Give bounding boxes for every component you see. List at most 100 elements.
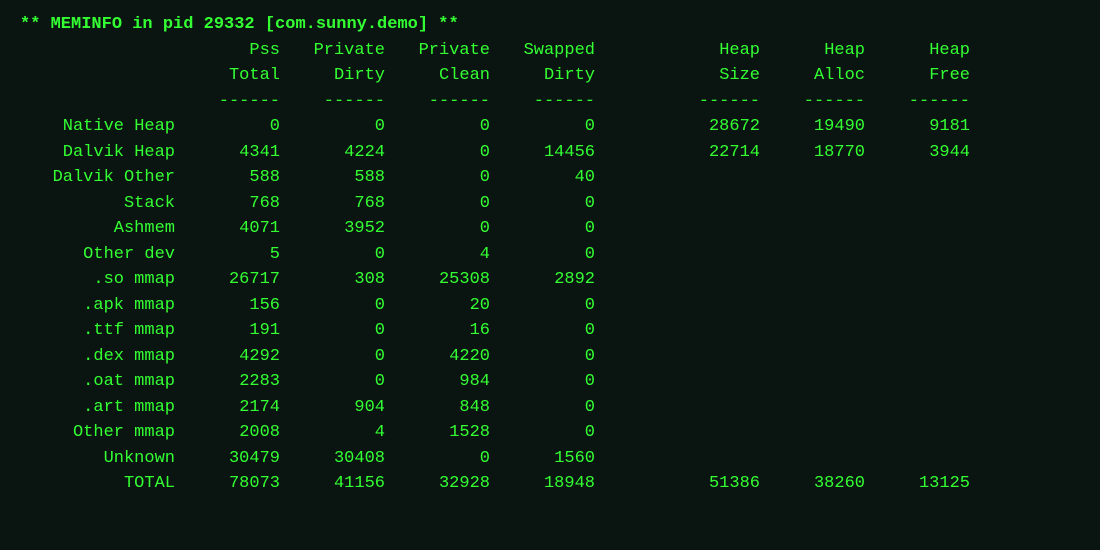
heap-alloc-value: [760, 242, 865, 268]
private-dirty-value: 904: [280, 395, 385, 421]
private-clean-value: 4220: [385, 344, 490, 370]
private-clean-value: 4: [385, 242, 490, 268]
heap-free-value: [865, 191, 970, 217]
heap-alloc-value: [760, 293, 865, 319]
private-clean-value: 32928: [385, 471, 490, 497]
row-label: Dalvik Other: [20, 165, 175, 191]
heap-free-value: [865, 344, 970, 370]
separator: ------: [655, 89, 760, 115]
table-row: Other mmap2008415280: [20, 420, 970, 446]
heap-alloc-value: [760, 216, 865, 242]
heap-alloc-value: [760, 191, 865, 217]
col-heap-size-subheader: Size: [655, 63, 760, 89]
private-dirty-value: 768: [280, 191, 385, 217]
heap-size-value: [655, 191, 760, 217]
swapped-dirty-value: 18948: [490, 471, 595, 497]
swapped-dirty-value: 0: [490, 344, 595, 370]
private-dirty-value: 3952: [280, 216, 385, 242]
row-label: Other dev: [20, 242, 175, 268]
row-label: Ashmem: [20, 216, 175, 242]
private-dirty-value: 308: [280, 267, 385, 293]
col-private-dirty-header: Private: [280, 38, 385, 64]
heap-free-value: 13125: [865, 471, 970, 497]
heap-size-value: [655, 369, 760, 395]
col-private-clean-header: Private: [385, 38, 490, 64]
row-label: Native Heap: [20, 114, 175, 140]
swapped-dirty-value: 0: [490, 318, 595, 344]
pss-total-value: 0: [175, 114, 280, 140]
heap-alloc-value: [760, 165, 865, 191]
column-header-row-1: Pss Private Private Swapped Heap Heap He…: [20, 38, 970, 64]
col-pss-subheader: Total: [175, 63, 280, 89]
private-dirty-value: 30408: [280, 446, 385, 472]
heap-free-value: 9181: [865, 114, 970, 140]
heap-size-value: [655, 420, 760, 446]
heap-free-value: [865, 369, 970, 395]
pss-total-value: 26717: [175, 267, 280, 293]
row-label: TOTAL: [20, 471, 175, 497]
private-clean-value: 0: [385, 446, 490, 472]
col-heap-free-subheader: Free: [865, 63, 970, 89]
private-clean-value: 848: [385, 395, 490, 421]
private-dirty-value: 0: [280, 242, 385, 268]
private-dirty-value: 4: [280, 420, 385, 446]
separator: ------: [490, 89, 595, 115]
col-pss-header: Pss: [175, 38, 280, 64]
column-separator-row: ------ ------ ------ ------ ------ -----…: [20, 89, 970, 115]
swapped-dirty-value: 0: [490, 242, 595, 268]
col-swapped-dirty-subheader: Dirty: [490, 63, 595, 89]
private-clean-value: 0: [385, 165, 490, 191]
pss-total-value: 5: [175, 242, 280, 268]
column-header-row-2: Total Dirty Clean Dirty Size Alloc Free: [20, 63, 970, 89]
swapped-dirty-value: 0: [490, 216, 595, 242]
heap-free-value: [865, 420, 970, 446]
table-row: Native Heap000028672194909181: [20, 114, 970, 140]
pss-total-value: 4292: [175, 344, 280, 370]
table-row: .apk mmap1560200: [20, 293, 970, 319]
heap-size-value: 51386: [655, 471, 760, 497]
table-row: .so mmap26717308253082892: [20, 267, 970, 293]
row-label: Dalvik Heap: [20, 140, 175, 166]
heap-free-value: [865, 395, 970, 421]
col-swapped-dirty-header: Swapped: [490, 38, 595, 64]
row-label: .art mmap: [20, 395, 175, 421]
heap-size-value: [655, 395, 760, 421]
heap-size-value: [655, 242, 760, 268]
separator: ------: [385, 89, 490, 115]
private-clean-value: 20: [385, 293, 490, 319]
heap-free-value: [865, 446, 970, 472]
separator: ------: [865, 89, 970, 115]
swapped-dirty-value: 0: [490, 293, 595, 319]
table-row: .art mmap21749048480: [20, 395, 970, 421]
swapped-dirty-value: 0: [490, 114, 595, 140]
heap-size-value: [655, 446, 760, 472]
row-label: Other mmap: [20, 420, 175, 446]
heap-alloc-value: [760, 395, 865, 421]
table-row: Stack76876800: [20, 191, 970, 217]
private-clean-value: 25308: [385, 267, 490, 293]
pss-total-value: 768: [175, 191, 280, 217]
separator: ------: [175, 89, 280, 115]
private-clean-value: 0: [385, 114, 490, 140]
private-clean-value: 0: [385, 191, 490, 217]
heap-alloc-value: [760, 369, 865, 395]
table-row: Dalvik Heap4341422401445622714187703944: [20, 140, 970, 166]
pss-total-value: 588: [175, 165, 280, 191]
heap-free-value: [865, 293, 970, 319]
row-label: .apk mmap: [20, 293, 175, 319]
private-dirty-value: 0: [280, 114, 385, 140]
swapped-dirty-value: 14456: [490, 140, 595, 166]
heap-free-value: [865, 216, 970, 242]
row-label: Unknown: [20, 446, 175, 472]
heap-alloc-value: [760, 344, 865, 370]
private-dirty-value: 0: [280, 369, 385, 395]
heap-size-value: 22714: [655, 140, 760, 166]
row-label: .so mmap: [20, 267, 175, 293]
pss-total-value: 4071: [175, 216, 280, 242]
row-label: .dex mmap: [20, 344, 175, 370]
swapped-dirty-value: 1560: [490, 446, 595, 472]
heap-size-value: [655, 318, 760, 344]
heap-size-value: [655, 293, 760, 319]
table-row: .dex mmap4292042200: [20, 344, 970, 370]
private-dirty-value: 0: [280, 318, 385, 344]
